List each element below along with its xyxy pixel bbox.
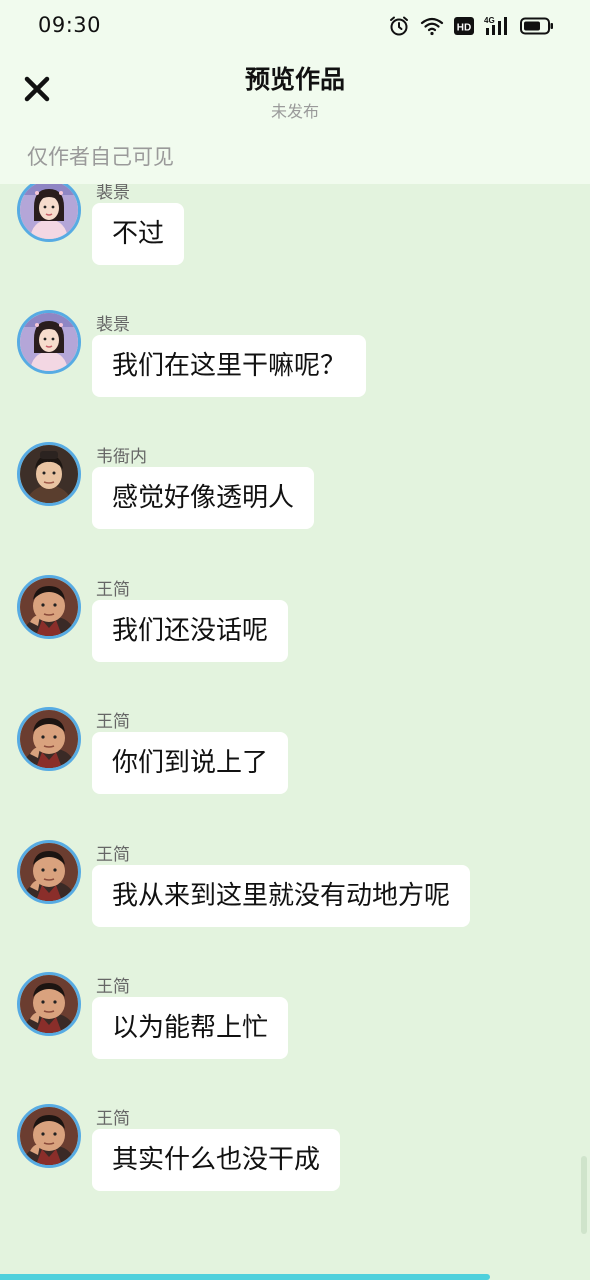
message-bubble[interactable]: 你们到说上了 (92, 732, 289, 794)
avatar[interactable] (17, 310, 81, 374)
battery-icon (520, 17, 554, 35)
header: 09:30 HD 4G 预览作品 未发布 仅作者自己可见 (0, 0, 590, 184)
sender-name: 韦衙内 (96, 447, 147, 467)
avatar[interactable] (17, 1104, 81, 1168)
chat-message: 王简 我们还没话呢 (0, 575, 590, 675)
avatar[interactable] (17, 972, 81, 1036)
message-bubble[interactable]: 我从来到这里就没有动地方呢 (92, 865, 471, 927)
avatar[interactable] (17, 707, 81, 771)
visibility-note: 仅作者自己可见 (27, 145, 174, 169)
network-label: 4G (484, 16, 495, 25)
sender-name: 裴景 (96, 315, 130, 335)
avatar[interactable] (17, 442, 81, 506)
avatar[interactable] (17, 840, 81, 904)
page-title: 预览作品 (244, 65, 345, 94)
chat-message: 裴景 不过 (0, 184, 590, 278)
chat-message: 王简 以为能帮上忙 (0, 972, 590, 1072)
avatar[interactable] (17, 575, 81, 639)
sender-name: 王简 (96, 977, 130, 997)
status-time: 09:30 (38, 13, 102, 37)
status-bar: 09:30 HD 4G (0, 0, 590, 52)
sender-name: 王简 (96, 580, 130, 600)
message-bubble[interactable]: 我们还没话呢 (92, 600, 289, 662)
chat-message: 王简 我从来到这里就没有动地方呢 (0, 840, 590, 940)
playback-progress[interactable] (0, 1272, 590, 1280)
alarm-icon (388, 15, 410, 37)
chat-message: 韦衙内 感觉好像透明人 (0, 442, 590, 542)
sender-name: 王简 (96, 845, 130, 865)
status-icons: HD 4G (388, 14, 554, 38)
chat-list[interactable]: 裴景 不过 裴景 我们在这里干嘛呢？ 韦衙内 感觉好像透明人 王简 我们还没话呢… (0, 184, 590, 1270)
chat-message: 王简 你们到说上了 (0, 707, 590, 807)
chat-message: 裴景 我们在这里干嘛呢？ (0, 310, 590, 410)
scrollbar-thumb[interactable] (581, 1156, 587, 1234)
message-bubble[interactable]: 我们在这里干嘛呢？ (92, 335, 367, 397)
progress-fill (0, 1274, 490, 1280)
signal-4g-icon: 4G (484, 15, 510, 37)
message-bubble[interactable]: 不过 (92, 203, 185, 265)
hd-icon: HD (454, 16, 474, 36)
sender-name: 裴景 (96, 184, 130, 203)
message-bubble[interactable]: 其实什么也没干成 (92, 1129, 341, 1191)
sender-name: 王简 (96, 1109, 130, 1129)
sender-name: 王简 (96, 712, 130, 732)
chat-message: 王简 其实什么也没干成 (0, 1104, 590, 1204)
message-bubble[interactable]: 感觉好像透明人 (92, 467, 315, 529)
avatar[interactable] (17, 184, 81, 242)
publish-status: 未发布 (270, 102, 319, 121)
message-bubble[interactable]: 以为能帮上忙 (92, 997, 289, 1059)
hd-label: HD (457, 23, 471, 34)
wifi-icon (420, 16, 444, 36)
